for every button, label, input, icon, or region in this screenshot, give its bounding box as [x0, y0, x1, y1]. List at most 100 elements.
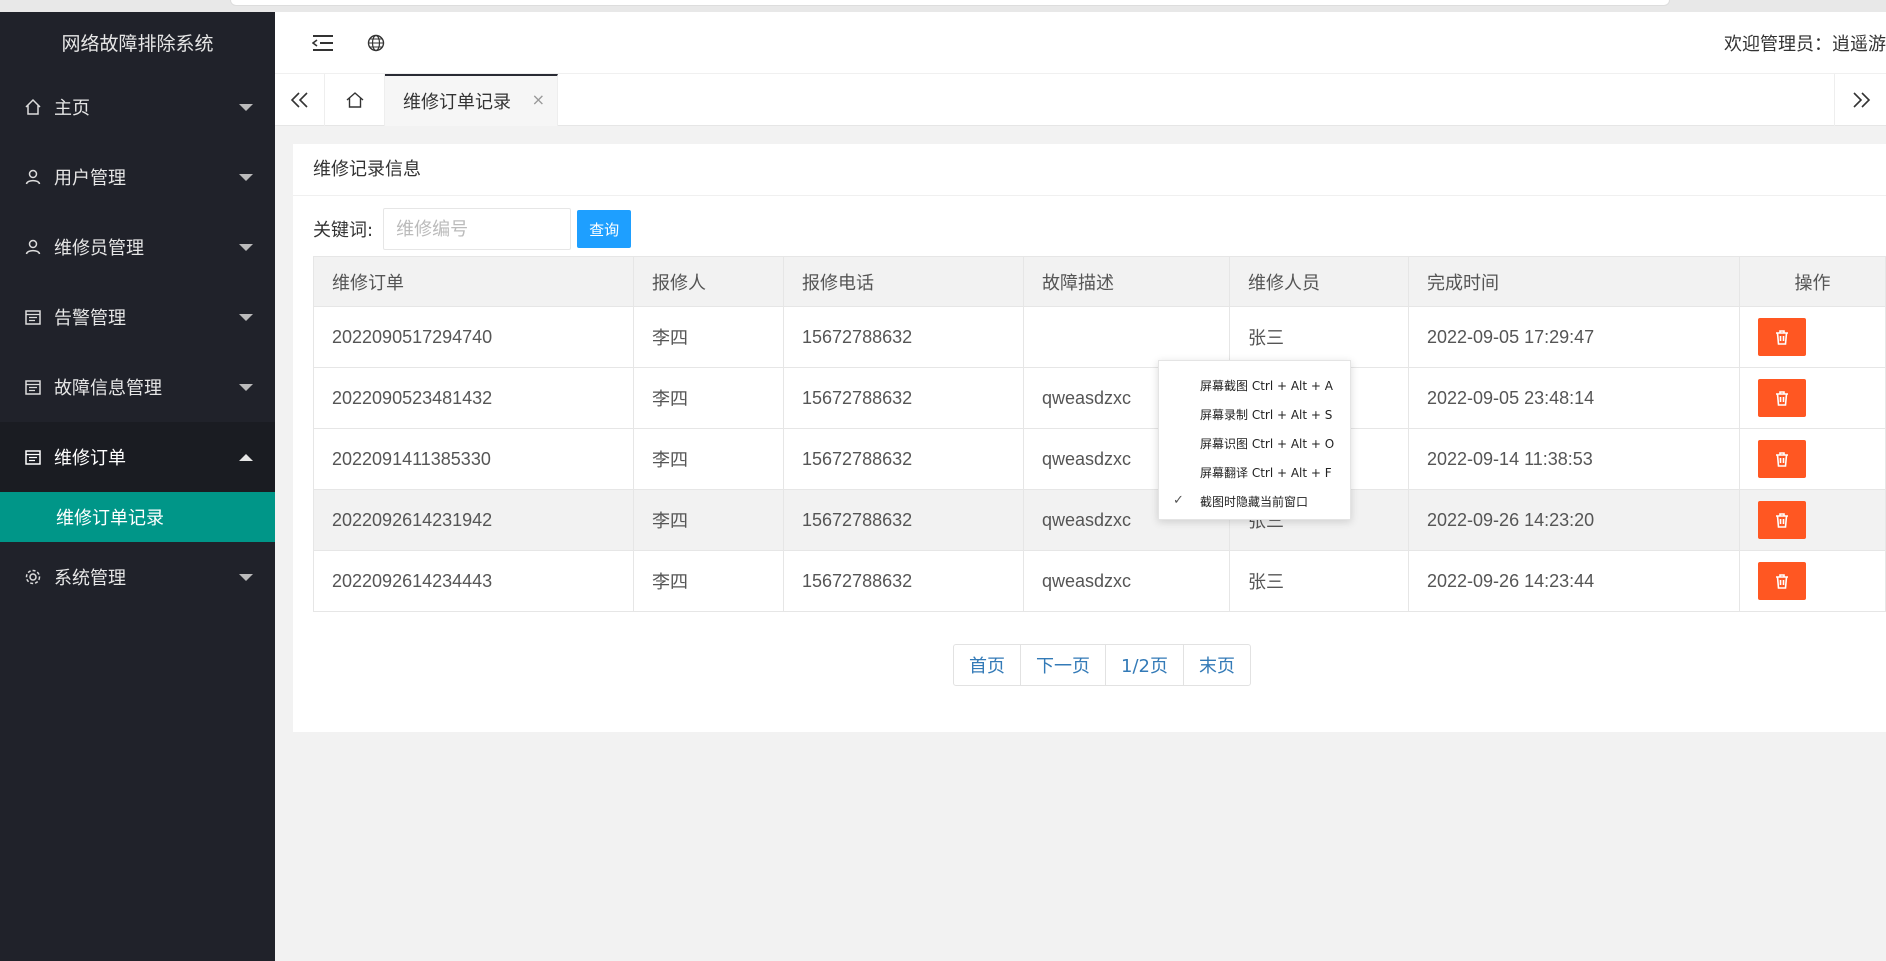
column-header: 维修人员 — [1229, 256, 1409, 307]
cell-phone: 15672788632 — [783, 550, 1024, 612]
cell-description — [1023, 306, 1230, 368]
table-row: 2022092614234443 李四 15672788632 qweasdzx… — [313, 550, 1886, 612]
cell-actions — [1739, 489, 1886, 551]
sidebar-item-repairers[interactable]: 维修员管理 — [0, 212, 275, 282]
tab-bar: 维修订单记录 × — [275, 74, 1886, 126]
table-row: 2022091411385330 李四 15672788632 qweasdzx… — [313, 428, 1886, 490]
table-row: 2022092614231942 李四 15672788632 qweasdzx… — [313, 489, 1886, 551]
table-row: 2022090517294740 李四 15672788632 张三 2022-… — [313, 306, 1886, 368]
menu-item-hide-window[interactable]: ✓ 截图时隐藏当前窗口 — [1159, 487, 1350, 516]
cell-order-id: 2022092614231942 — [313, 489, 634, 551]
menu-item-screenshot[interactable]: 屏幕截图 Ctrl + Alt + A — [1159, 371, 1350, 400]
sidebar-item-users[interactable]: 用户管理 — [0, 142, 275, 212]
globe-icon[interactable] — [363, 30, 389, 56]
cell-order-id: 2022091411385330 — [313, 428, 634, 490]
delete-button[interactable] — [1758, 440, 1806, 478]
tab-scroll-left-icon[interactable] — [275, 74, 325, 126]
cell-actions — [1739, 367, 1886, 429]
search-button[interactable]: 查询 — [577, 210, 632, 248]
pagination: 首页 下一页 1/2页 末页 — [953, 644, 1251, 686]
tab-order-records[interactable]: 维修订单记录 × — [385, 74, 558, 126]
cell-description: qweasdzxc — [1023, 550, 1230, 612]
cell-reporter: 李四 — [633, 306, 784, 368]
delete-button[interactable] — [1758, 379, 1806, 417]
pager-next[interactable]: 下一页 — [1021, 645, 1106, 685]
sidebar-item-system[interactable]: 系统管理 — [0, 542, 275, 612]
sidebar-item-orders[interactable]: 维修订单 — [0, 422, 275, 492]
cell-phone: 15672788632 — [783, 428, 1024, 490]
cell-reporter: 李四 — [633, 428, 784, 490]
cell-time: 2022-09-14 11:38:53 — [1408, 428, 1740, 490]
search-input[interactable] — [383, 208, 572, 250]
chevron-down-icon — [239, 574, 253, 581]
column-header: 报修人 — [633, 256, 784, 307]
browser-strip — [0, 0, 1886, 12]
menu-item-ocr[interactable]: 屏幕识图 Ctrl + Alt + O — [1159, 429, 1350, 458]
sidebar-item-faults[interactable]: 故障信息管理 — [0, 352, 275, 422]
sidebar-item-home[interactable]: 主页 — [0, 72, 275, 142]
cell-order-id: 2022092614234443 — [313, 550, 634, 612]
user-icon — [24, 238, 42, 256]
menu-item-translate[interactable]: 屏幕翻译 Ctrl + Alt + F — [1159, 458, 1350, 487]
chevron-up-icon — [239, 454, 253, 461]
cell-repairer: 张三 — [1229, 550, 1409, 612]
tab-home-icon[interactable] — [325, 74, 385, 126]
checkmark-icon: ✓ — [1173, 493, 1184, 508]
page-background — [275, 750, 1886, 961]
menu-item-label: 截图时隐藏当前窗口 — [1200, 495, 1309, 509]
cell-reporter: 李四 — [633, 367, 784, 429]
cell-order-id: 2022090523481432 — [313, 367, 634, 429]
chevron-down-icon — [239, 314, 253, 321]
cell-order-id: 2022090517294740 — [313, 306, 634, 368]
delete-button[interactable] — [1758, 501, 1806, 539]
trash-icon — [1776, 573, 1788, 589]
home-icon — [24, 98, 42, 116]
orders-table: 维修订单 报修人 报修电话 故障描述 维修人员 完成时间 操作 20220905… — [313, 256, 1886, 612]
form-icon — [24, 308, 42, 326]
trash-icon — [1776, 390, 1788, 406]
chevron-down-icon — [239, 384, 253, 391]
close-icon[interactable]: × — [532, 90, 545, 109]
chevron-down-icon — [239, 174, 253, 181]
chevron-down-icon — [239, 104, 253, 111]
column-header: 完成时间 — [1408, 256, 1740, 307]
user-icon — [24, 168, 42, 186]
cell-phone: 15672788632 — [783, 306, 1024, 368]
column-header: 报修电话 — [783, 256, 1024, 307]
cell-phone: 15672788632 — [783, 489, 1024, 551]
trash-icon — [1776, 512, 1788, 528]
column-header: 操作 — [1739, 256, 1886, 307]
sidebar-item-label: 系统管理 — [54, 568, 126, 589]
cell-phone: 15672788632 — [783, 367, 1024, 429]
sidebar-item-label: 维修员管理 — [54, 238, 144, 259]
search-row: 关键词: 查询 — [313, 208, 632, 250]
pager-first[interactable]: 首页 — [954, 645, 1021, 685]
browser-address-bar — [230, 0, 1670, 6]
cell-actions — [1739, 550, 1886, 612]
table-header-row: 维修订单 报修人 报修电话 故障描述 维修人员 完成时间 操作 — [313, 256, 1886, 307]
header: 欢迎管理员：逍遥游 — [275, 12, 1886, 74]
pager-last[interactable]: 末页 — [1184, 645, 1250, 685]
sidebar-child-order-records[interactable]: 维修订单记录 — [0, 492, 275, 542]
card-title: 维修记录信息 — [293, 144, 1886, 196]
delete-button[interactable] — [1758, 562, 1806, 600]
sidebar-group-orders: 维修订单 维修订单记录 — [0, 422, 275, 542]
column-header: 维修订单 — [313, 256, 634, 307]
cell-actions — [1739, 306, 1886, 368]
chevron-down-icon — [239, 244, 253, 251]
context-menu: 屏幕截图 Ctrl + Alt + A 屏幕录制 Ctrl + Alt + S … — [1158, 360, 1351, 520]
sidebar-item-alerts[interactable]: 告警管理 — [0, 282, 275, 352]
cell-time: 2022-09-05 23:48:14 — [1408, 367, 1740, 429]
trash-icon — [1776, 451, 1788, 467]
tab-scroll-right-icon[interactable] — [1834, 74, 1886, 126]
menu-toggle-icon[interactable] — [310, 30, 336, 56]
delete-button[interactable] — [1758, 318, 1806, 356]
sidebar-item-label: 故障信息管理 — [54, 378, 162, 399]
sidebar-item-label: 告警管理 — [54, 308, 126, 329]
menu-item-record[interactable]: 屏幕录制 Ctrl + Alt + S — [1159, 400, 1350, 429]
search-label: 关键词: — [313, 220, 374, 241]
gear-icon — [24, 568, 42, 586]
cell-repairer: 张三 — [1229, 306, 1409, 368]
tab-label: 维修订单记录 — [403, 92, 511, 113]
app-title: 网络故障排除系统 — [0, 12, 275, 72]
